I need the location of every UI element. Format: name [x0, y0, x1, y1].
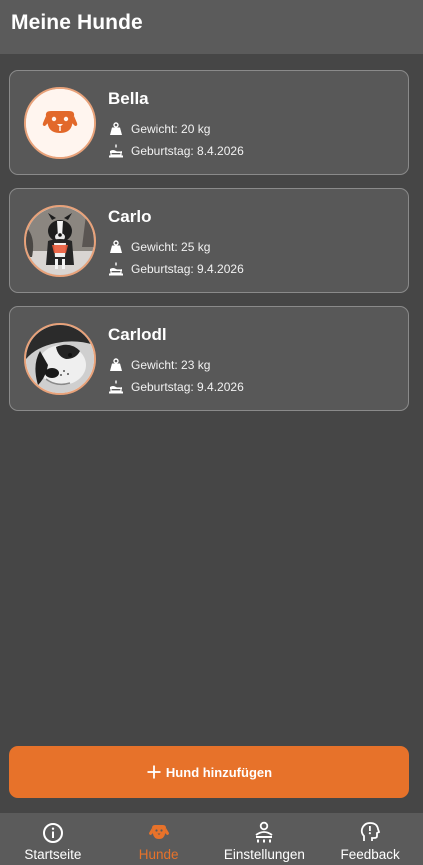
weight-icon: [108, 239, 124, 255]
dog-photo: [26, 325, 94, 393]
dog-card-bella[interactable]: Bella Gewicht: 20 kg Geburtstag: 8.4.202…: [9, 70, 409, 175]
weight-text: Gewicht: 20 kg: [131, 122, 211, 136]
birthday-text: Geburtstag: 9.4.2026: [131, 380, 244, 394]
weight-row: Gewicht: 20 kg: [108, 121, 210, 137]
nav-label: Hunde: [138, 847, 179, 862]
weight-row: Gewicht: 23 kg: [108, 357, 210, 373]
top-app-bar: Meine Hunde: [0, 0, 423, 54]
bottom-navigation: Startseite Hunde Einstellungen Feedback: [0, 813, 423, 865]
dog-avatar: [24, 87, 96, 159]
birthday-row: Geburtstag: 8.4.2026: [108, 143, 244, 159]
dog-card-carlodl[interactable]: Carlodl Gewicht: 23 kg Geburtstag: 9.4.2…: [9, 306, 409, 411]
weight-icon: [108, 121, 124, 137]
weight-text: Gewicht: 25 kg: [131, 240, 211, 254]
dog-name: Carlo: [108, 207, 152, 226]
birthday-row: Geburtstag: 9.4.2026: [108, 379, 244, 395]
birthday-text: Geburtstag: 8.4.2026: [131, 144, 244, 158]
nav-label: Feedback: [340, 847, 400, 862]
cake-icon: [108, 143, 124, 159]
dog-avatar: [24, 323, 96, 395]
weight-icon: [108, 357, 124, 373]
dog-name: Carlodl: [108, 325, 167, 344]
dog-avatar: [24, 205, 96, 277]
birthday-row: Geburtstag: 9.4.2026: [108, 261, 244, 277]
cake-icon: [108, 261, 124, 277]
add-dog-button[interactable]: Hund hinzufügen: [9, 746, 409, 798]
page-title: Meine Hunde: [11, 11, 143, 34]
dog-face-icon: [147, 821, 171, 845]
nav-item-startseite[interactable]: Startseite: [0, 813, 106, 865]
dog-photo: [26, 207, 94, 275]
nav-item-feedback[interactable]: Feedback: [317, 813, 423, 865]
nav-item-einstellungen[interactable]: Einstellungen: [212, 813, 318, 865]
nav-item-hunde[interactable]: Hunde: [106, 813, 212, 865]
dog-name: Bella: [108, 89, 149, 108]
birthday-text: Geburtstag: 9.4.2026: [131, 262, 244, 276]
weight-text: Gewicht: 23 kg: [131, 358, 211, 372]
add-dog-label: Hund hinzufügen: [165, 764, 273, 780]
dog-card-carlo[interactable]: Carlo Gewicht: 25 kg Geburtstag: 9.4.202…: [9, 188, 409, 293]
app-screen: Meine Hunde Bella Gewicht: 20 kg Geburts…: [0, 0, 423, 865]
dog-list: Bella Gewicht: 20 kg Geburtstag: 8.4.202…: [9, 70, 409, 424]
person-settings-icon: [252, 821, 276, 845]
nav-label: Einstellungen: [223, 847, 305, 862]
dog-placeholder-icon: [26, 89, 94, 157]
plus-icon: [146, 764, 162, 780]
weight-row: Gewicht: 25 kg: [108, 239, 210, 255]
cake-icon: [108, 379, 124, 395]
info-circle-icon: [41, 821, 65, 845]
feedback-head-icon: [358, 821, 382, 845]
nav-label: Startseite: [24, 847, 82, 862]
